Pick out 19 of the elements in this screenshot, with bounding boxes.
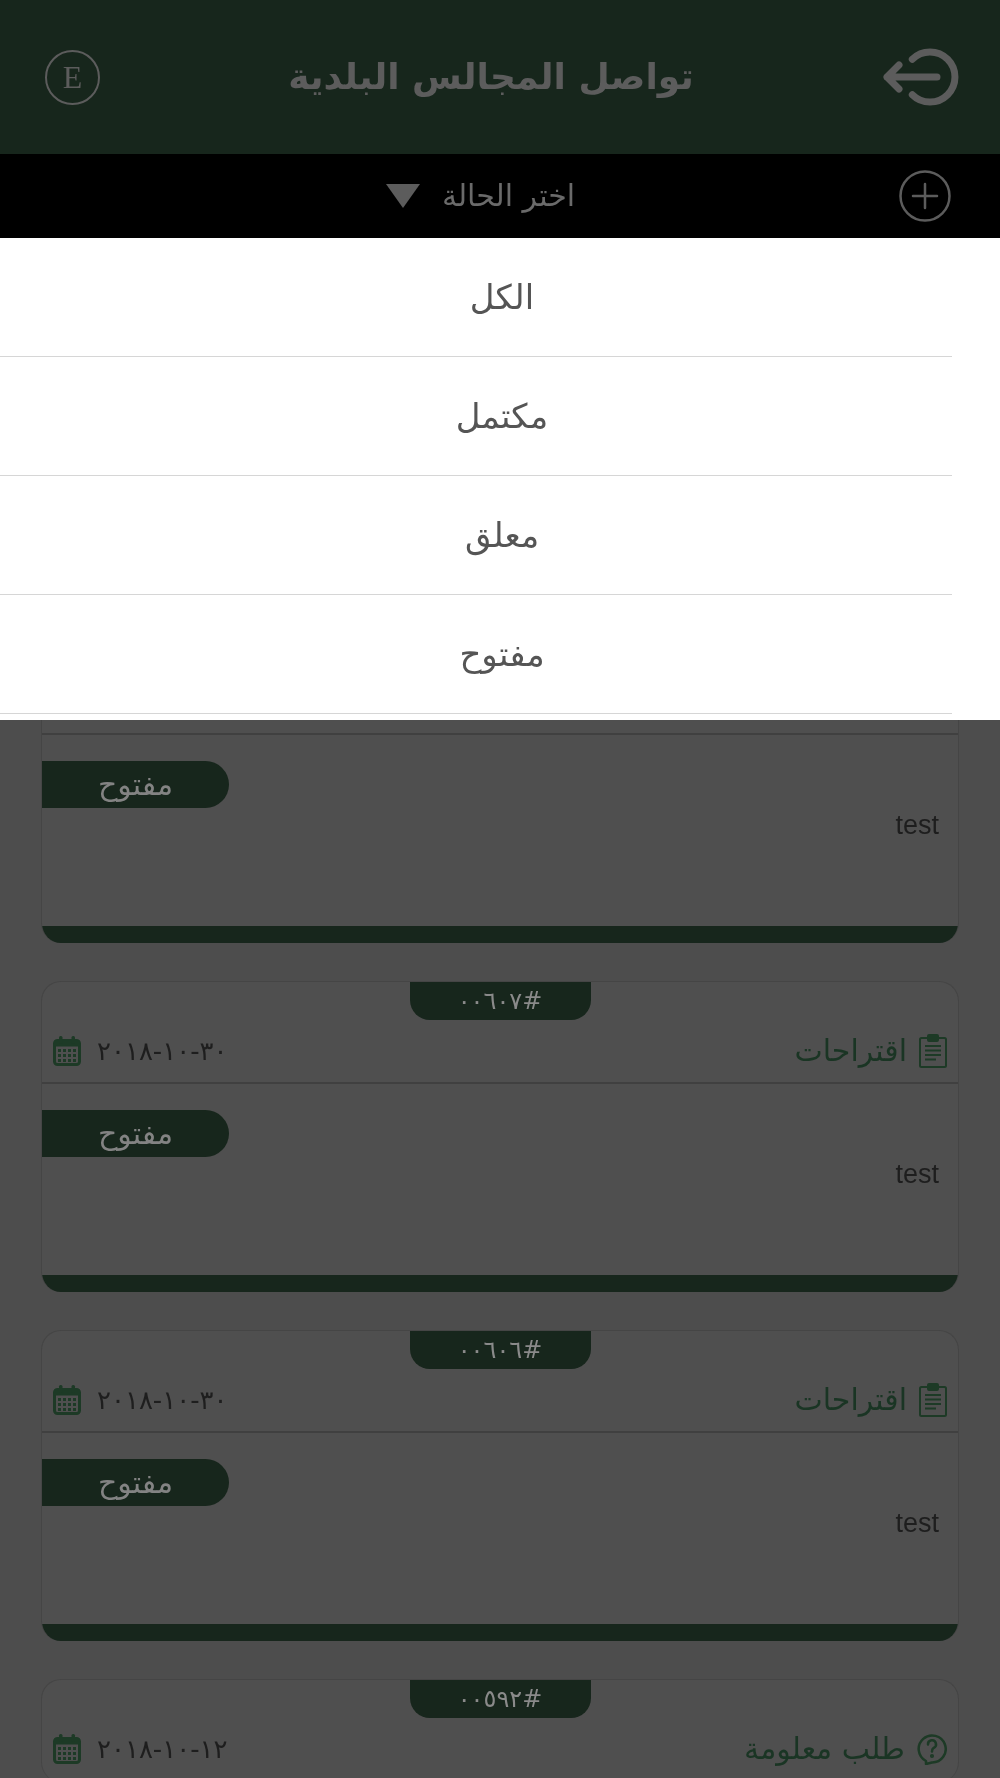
language-button[interactable]: E [45, 49, 100, 105]
status-select[interactable]: اختر الحالة [385, 181, 576, 211]
status-badge: مفتوح [42, 1110, 229, 1157]
question-bubble-icon [917, 1733, 947, 1765]
clipboard-icon [919, 1034, 947, 1068]
calendar-icon [53, 1385, 81, 1415]
add-button[interactable] [899, 170, 951, 222]
request-number-tab: #٠٠٦٠٧ [409, 982, 591, 1020]
request-number-tab: #٠٠٥٩٢ [409, 1680, 591, 1718]
status-badge: مفتوح [42, 761, 229, 808]
status-badge: مفتوح [42, 1459, 229, 1506]
clipboard-icon [919, 1383, 947, 1417]
logout-button[interactable] [882, 47, 960, 107]
request-number-tab: #٠٠٦٠٦ [409, 1331, 591, 1369]
calendar-icon [53, 1734, 81, 1764]
logout-icon [882, 47, 960, 107]
caret-down-icon [385, 184, 420, 208]
add-icon [899, 170, 951, 222]
calendar-icon [53, 1036, 81, 1066]
